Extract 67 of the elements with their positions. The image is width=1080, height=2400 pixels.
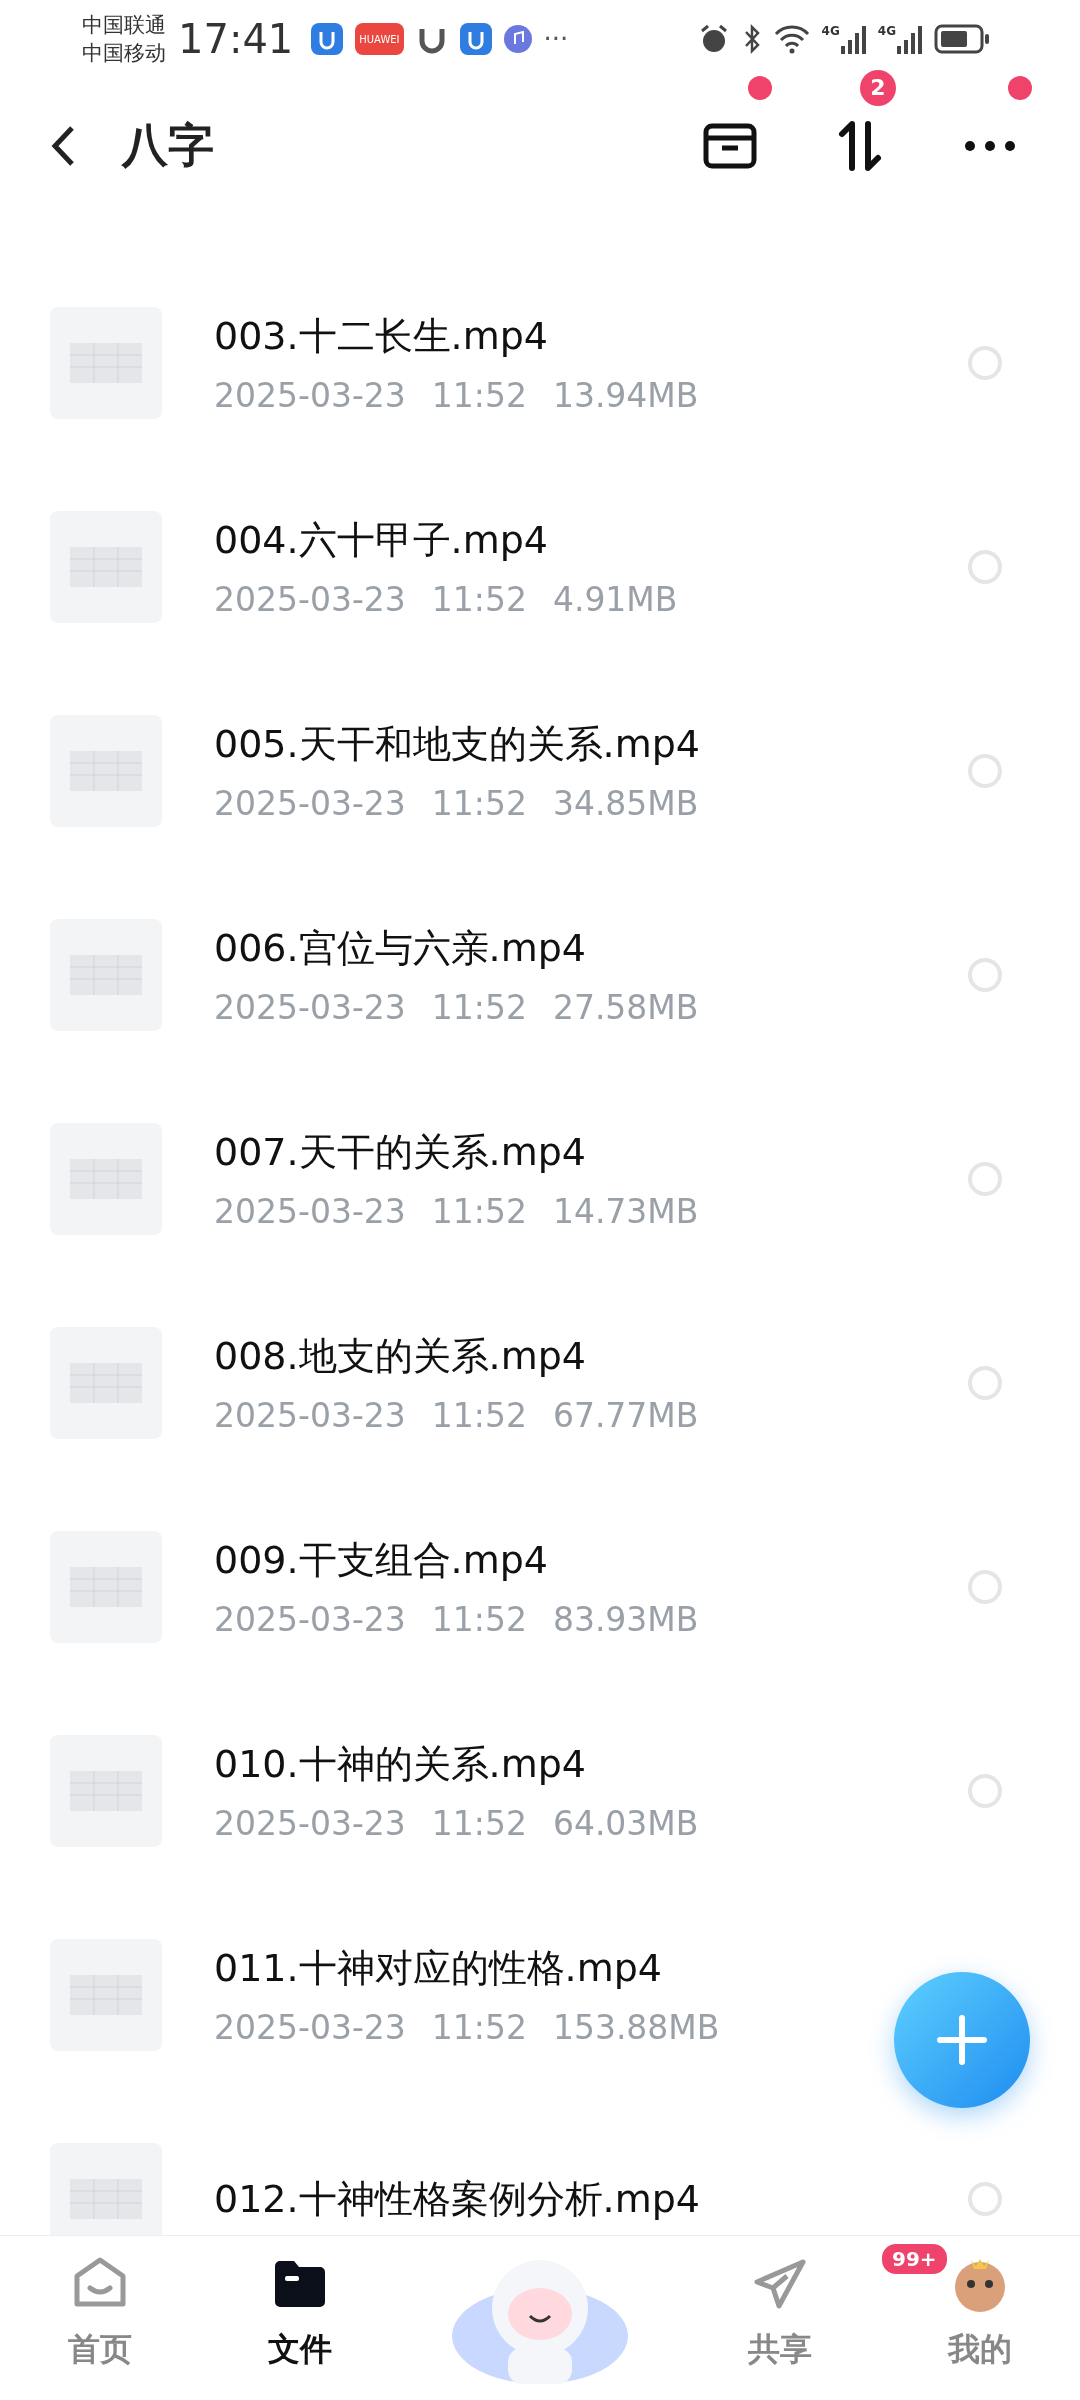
- notification-badge: 2: [860, 69, 896, 106]
- select-radio[interactable]: [968, 550, 1002, 584]
- add-button[interactable]: [894, 1972, 1030, 2108]
- file-name[interactable]: 003.十二长生.mp4: [214, 311, 548, 362]
- file-time: 11:52: [431, 1804, 527, 1843]
- signal-icon: [839, 24, 866, 54]
- plus-icon: [934, 2012, 990, 2068]
- carrier-name: 中国联通: [82, 12, 166, 39]
- file-name[interactable]: 012.十神性格案例分析.mp4: [214, 2173, 700, 2225]
- select-radio[interactable]: [968, 1162, 1002, 1196]
- file-size: 67.77MB: [552, 1396, 699, 1435]
- file-name[interactable]: 011.十神对应的性格.mp4: [214, 1943, 662, 1994]
- select-radio[interactable]: [968, 1774, 1002, 1808]
- app-notification-icon: [459, 23, 492, 55]
- page-title: 八字: [122, 116, 214, 174]
- nav-tab[interactable]: 首页: [0, 2256, 200, 2372]
- file-name[interactable]: 010.十神的关系.mp4: [214, 1739, 586, 1790]
- more-notifications: ···: [543, 24, 569, 54]
- file-time: 11:52: [431, 580, 527, 619]
- file-size: 14.73MB: [552, 1192, 699, 1231]
- network-type-label: 4G: [877, 24, 896, 38]
- file-size: 83.93MB: [552, 1600, 699, 1639]
- nav-tab[interactable]: 文件: [200, 2256, 400, 2372]
- file-date: 2025-03-23: [214, 1192, 406, 1231]
- file-time: 11:52: [431, 376, 527, 415]
- file-time: 11:52: [431, 1192, 527, 1231]
- file-name[interactable]: 005.天干和地支的关系.mp4: [214, 719, 700, 770]
- select-radio[interactable]: [968, 346, 1002, 380]
- file-size: 153.88MB: [552, 2008, 720, 2047]
- wifi-icon: [773, 24, 810, 54]
- file-name[interactable]: 004.六十甲子.mp4: [214, 515, 548, 566]
- file-date: 2025-03-23: [214, 988, 406, 1027]
- status-time: 17:41: [178, 16, 294, 62]
- battery-icon: [934, 24, 990, 54]
- file-size: 13.94MB: [552, 376, 699, 415]
- file-name[interactable]: 009.干支组合.mp4: [214, 1535, 548, 1586]
- file-date: 2025-03-23: [214, 2008, 406, 2047]
- file-size: 64.03MB: [552, 1804, 699, 1843]
- music-icon: [503, 25, 532, 53]
- file-size: 34.85MB: [552, 784, 699, 823]
- file-name[interactable]: 006.宫位与六亲.mp4: [214, 923, 586, 974]
- file-date: 2025-03-23: [214, 580, 406, 619]
- carrier-name: 中国移动: [82, 40, 166, 67]
- file-time: 11:52: [431, 988, 527, 1027]
- select-radio[interactable]: [968, 2182, 1002, 2216]
- app-notification-icon: [311, 23, 344, 55]
- app-notification-icon: HUAWEI: [355, 23, 404, 55]
- select-radio[interactable]: [968, 754, 1002, 788]
- file-time: 11:52: [431, 1396, 527, 1435]
- file-name[interactable]: 008.地支的关系.mp4: [214, 1331, 586, 1382]
- file-date: 2025-03-23: [214, 376, 406, 415]
- file-time: 11:52: [431, 784, 527, 823]
- notification-badge: 99+: [880, 2242, 949, 2276]
- file-name[interactable]: 007.天干的关系.mp4: [214, 1127, 586, 1178]
- select-radio[interactable]: [968, 1366, 1002, 1400]
- select-radio[interactable]: [968, 1570, 1002, 1604]
- file-time: 11:52: [431, 2008, 527, 2047]
- file-date: 2025-03-23: [214, 1600, 406, 1639]
- file-size: 27.58MB: [552, 988, 699, 1027]
- file-date: 2025-03-23: [214, 1396, 406, 1435]
- file-date: 2025-03-23: [214, 784, 406, 823]
- file-date: 2025-03-23: [214, 1804, 406, 1843]
- file-time: 11:52: [431, 1600, 527, 1639]
- select-radio[interactable]: [968, 958, 1002, 992]
- signal-icon: [896, 24, 922, 54]
- file-size: 4.91MB: [552, 580, 678, 619]
- network-type-label: 4G: [821, 24, 840, 38]
